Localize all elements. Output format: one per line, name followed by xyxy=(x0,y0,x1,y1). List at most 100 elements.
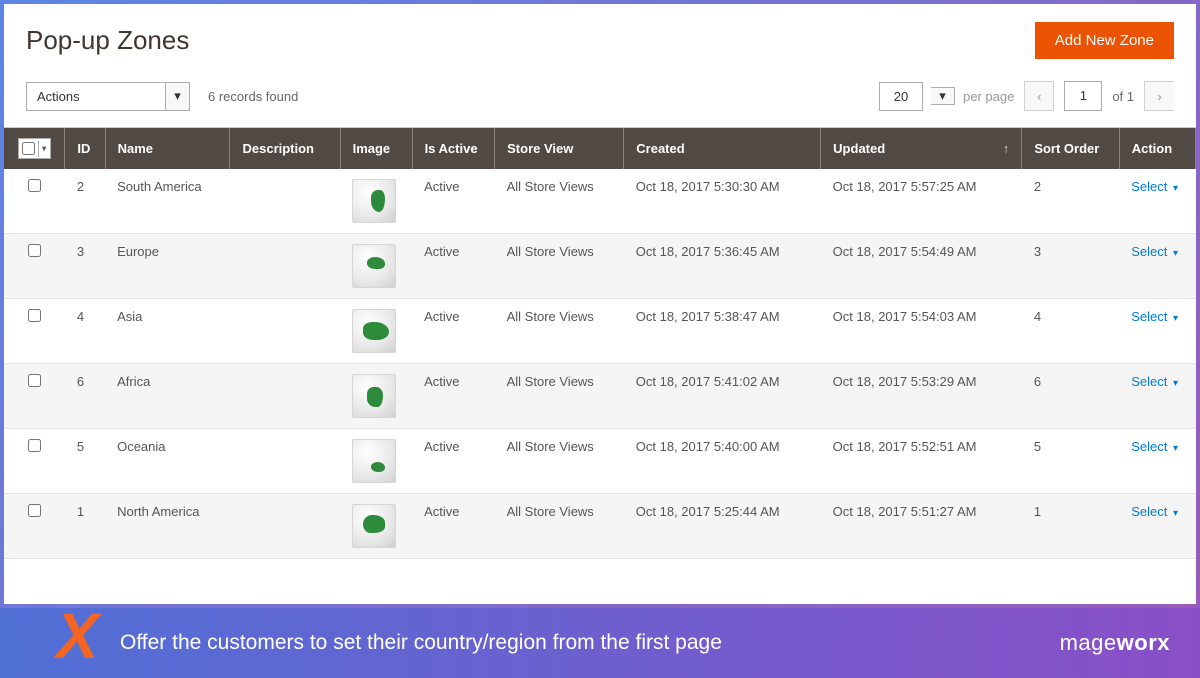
cell-updated: Oct 18, 2017 5:51:27 AM xyxy=(821,494,1022,559)
cell-created: Oct 18, 2017 5:25:44 AM xyxy=(624,494,821,559)
select-all-checkbox[interactable] xyxy=(22,142,35,155)
select-action-link[interactable]: Select xyxy=(1131,309,1178,324)
actions-dropdown[interactable]: Actions ▾ xyxy=(26,82,190,111)
brand-logo: mageworx xyxy=(1060,630,1170,656)
per-page-selector[interactable]: 20 ▾ per page xyxy=(879,82,1014,111)
prev-page-button[interactable]: ‹ xyxy=(1024,81,1054,111)
table-row[interactable]: 5OceaniaActiveAll Store ViewsOct 18, 201… xyxy=(4,429,1196,494)
cell-name: Africa xyxy=(105,364,230,429)
col-id[interactable]: ID xyxy=(65,128,105,169)
cell-is-active: Active xyxy=(412,429,495,494)
cell-sort-order: 1 xyxy=(1022,494,1119,559)
cell-image xyxy=(340,234,412,299)
cell-created: Oct 18, 2017 5:38:47 AM xyxy=(624,299,821,364)
cell-sort-order: 6 xyxy=(1022,364,1119,429)
cell-id: 6 xyxy=(65,364,105,429)
select-action-link[interactable]: Select xyxy=(1131,244,1178,259)
col-checkbox[interactable]: ▾ xyxy=(4,128,65,169)
page-input[interactable]: 1 xyxy=(1064,81,1102,111)
continent-shape xyxy=(363,322,389,340)
col-updated[interactable]: Updated↑ xyxy=(821,128,1022,169)
continent-shape xyxy=(367,257,385,269)
cell-updated: Oct 18, 2017 5:54:49 AM xyxy=(821,234,1022,299)
cell-updated: Oct 18, 2017 5:54:03 AM xyxy=(821,299,1022,364)
row-checkbox[interactable] xyxy=(28,374,41,387)
select-action-link[interactable]: Select xyxy=(1131,439,1178,454)
footer-banner: X Offer the customers to set their count… xyxy=(0,608,1200,678)
select-action-link[interactable]: Select xyxy=(1131,504,1178,519)
select-action-link[interactable]: Select xyxy=(1131,374,1178,389)
toolbar-right: 20 ▾ per page ‹ 1 of 1 › xyxy=(879,81,1174,111)
table-row[interactable]: 4AsiaActiveAll Store ViewsOct 18, 2017 5… xyxy=(4,299,1196,364)
col-sort-order[interactable]: Sort Order xyxy=(1022,128,1119,169)
col-name[interactable]: Name xyxy=(105,128,230,169)
globe-icon xyxy=(352,439,396,483)
col-image[interactable]: Image xyxy=(340,128,412,169)
cell-image xyxy=(340,429,412,494)
cell-name: Asia xyxy=(105,299,230,364)
globe-icon xyxy=(352,309,396,353)
continent-shape xyxy=(367,387,383,407)
table-row[interactable]: 2South AmericaActiveAll Store ViewsOct 1… xyxy=(4,169,1196,234)
continent-shape xyxy=(363,515,385,533)
table-row[interactable]: 1North AmericaActiveAll Store ViewsOct 1… xyxy=(4,494,1196,559)
cell-updated: Oct 18, 2017 5:52:51 AM xyxy=(821,429,1022,494)
row-checkbox[interactable] xyxy=(28,439,41,452)
cell-created: Oct 18, 2017 5:36:45 AM xyxy=(624,234,821,299)
globe-icon xyxy=(352,374,396,418)
row-checkbox[interactable] xyxy=(28,244,41,257)
cell-store-view: All Store Views xyxy=(495,364,624,429)
table-row[interactable]: 3EuropeActiveAll Store ViewsOct 18, 2017… xyxy=(4,234,1196,299)
col-is-active[interactable]: Is Active xyxy=(412,128,495,169)
cell-sort-order: 2 xyxy=(1022,169,1119,234)
cell-name: South America xyxy=(105,169,230,234)
add-new-zone-button[interactable]: Add New Zone xyxy=(1035,22,1174,59)
cell-created: Oct 18, 2017 5:40:00 AM xyxy=(624,429,821,494)
globe-icon xyxy=(352,504,396,548)
row-checkbox[interactable] xyxy=(28,179,41,192)
cell-image xyxy=(340,364,412,429)
cell-store-view: All Store Views xyxy=(495,299,624,364)
actions-label: Actions xyxy=(26,82,166,111)
cell-image xyxy=(340,494,412,559)
cell-sort-order: 5 xyxy=(1022,429,1119,494)
col-updated-label: Updated xyxy=(833,141,885,156)
brand-b: worx xyxy=(1117,630,1170,655)
row-checkbox[interactable] xyxy=(28,504,41,517)
cell-description xyxy=(230,169,340,234)
toolbar: Actions ▾ 6 records found 20 ▾ per page … xyxy=(4,71,1196,127)
select-action-link[interactable]: Select xyxy=(1131,179,1178,194)
chevron-down-icon: ▾ xyxy=(931,87,955,105)
cell-store-view: All Store Views xyxy=(495,494,624,559)
cell-updated: Oct 18, 2017 5:57:25 AM xyxy=(821,169,1022,234)
col-created[interactable]: Created xyxy=(624,128,821,169)
cell-is-active: Active xyxy=(412,169,495,234)
pager: ‹ 1 of 1 › xyxy=(1024,81,1174,111)
chevron-down-icon: ▾ xyxy=(166,82,190,111)
records-found: 6 records found xyxy=(208,89,298,104)
cell-is-active: Active xyxy=(412,364,495,429)
col-store-view[interactable]: Store View xyxy=(495,128,624,169)
brand-a: mage xyxy=(1060,630,1117,655)
cell-description xyxy=(230,234,340,299)
cell-image xyxy=(340,299,412,364)
cell-image xyxy=(340,169,412,234)
cell-id: 4 xyxy=(65,299,105,364)
cell-store-view: All Store Views xyxy=(495,169,624,234)
cell-description xyxy=(230,429,340,494)
cell-id: 5 xyxy=(65,429,105,494)
cell-sort-order: 3 xyxy=(1022,234,1119,299)
cell-description xyxy=(230,364,340,429)
cell-id: 3 xyxy=(65,234,105,299)
cell-store-view: All Store Views xyxy=(495,234,624,299)
cell-created: Oct 18, 2017 5:30:30 AM xyxy=(624,169,821,234)
row-checkbox[interactable] xyxy=(28,309,41,322)
cell-name: North America xyxy=(105,494,230,559)
col-description[interactable]: Description xyxy=(230,128,340,169)
cell-name: Europe xyxy=(105,234,230,299)
table-row[interactable]: 6AfricaActiveAll Store ViewsOct 18, 2017… xyxy=(4,364,1196,429)
cell-is-active: Active xyxy=(412,234,495,299)
page-of-label: of 1 xyxy=(1112,89,1134,104)
next-page-button[interactable]: › xyxy=(1144,81,1174,111)
col-action[interactable]: Action xyxy=(1119,128,1195,169)
